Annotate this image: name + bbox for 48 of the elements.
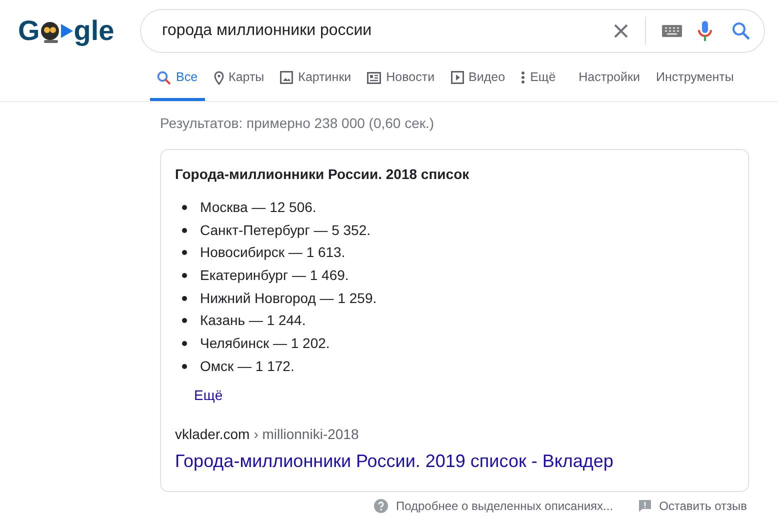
search-icon[interactable]	[732, 22, 750, 40]
feedback-link[interactable]: Оставить отзыв	[659, 496, 747, 514]
bullet-icon	[182, 296, 187, 301]
about-link[interactable]: Подробнее о выделенных описаниях...	[396, 496, 614, 514]
search-query: города миллионники россии	[162, 20, 373, 40]
snippet-title: Города-миллионники России. 2018 список	[175, 165, 470, 184]
help-icon[interactable]	[374, 498, 388, 512]
nav-tab[interactable]: Новости	[360, 68, 442, 101]
url-path: › millionniki-2018	[254, 424, 359, 444]
nav-tab[interactable]: Видео	[444, 68, 512, 101]
list-item: Челябинск — 1 202.	[200, 334, 330, 353]
pin-icon	[214, 70, 224, 85]
keyboard-icon[interactable]	[662, 24, 682, 36]
microphone-icon[interactable]	[698, 20, 712, 42]
list-item: Новосибирск — 1 613.	[200, 243, 346, 262]
list-item: Нижний Новгород — 1 259.	[200, 288, 377, 308]
bullet-icon	[182, 364, 187, 369]
bullet-icon	[182, 228, 187, 233]
nav-link[interactable]: Инструменты	[656, 68, 734, 101]
more-link[interactable]: Ещё	[194, 384, 734, 406]
close-icon[interactable]	[613, 22, 629, 38]
list-item: Омск — 1 172.	[200, 356, 294, 376]
search-field[interactable]: города миллионники россии	[140, 8, 765, 52]
list-item: Казань — 1 244.	[200, 311, 306, 330]
news-icon	[367, 72, 382, 84]
list-item: Санкт-Петербург — 5 352.	[200, 220, 371, 240]
feedback-icon[interactable]	[639, 500, 652, 512]
bullet-icon	[182, 318, 187, 324]
list-item: Москва — 12 506.	[200, 198, 316, 217]
logo-letters: gle	[74, 16, 114, 44]
nav-tab[interactable]: Карты	[206, 68, 272, 101]
play-icon	[450, 71, 464, 84]
nav-link[interactable]: Настройки	[578, 68, 640, 101]
nav-tab[interactable]: Ещё	[514, 68, 563, 101]
nav-tab[interactable]: Картинки	[273, 68, 358, 101]
image-icon	[280, 71, 294, 84]
more-icon	[521, 71, 526, 84]
bullet-icon	[182, 272, 187, 278]
bullet-icon	[182, 250, 187, 256]
bullet-icon	[182, 204, 187, 210]
site-url: vklader.com	[175, 424, 250, 444]
result-link[interactable]: Города-миллионники России. 2019 список - Вкладер	[175, 448, 734, 474]
search-icon	[157, 70, 171, 85]
list-item: Екатеринбург — 1 469.	[200, 266, 349, 285]
bullet-icon	[182, 340, 187, 346]
result-stats: Результатов: примерно 238 000 (0,60 сек.)	[160, 114, 436, 133]
logo-letter: G	[18, 16, 40, 44]
nav-tab[interactable]: Все	[150, 68, 205, 101]
